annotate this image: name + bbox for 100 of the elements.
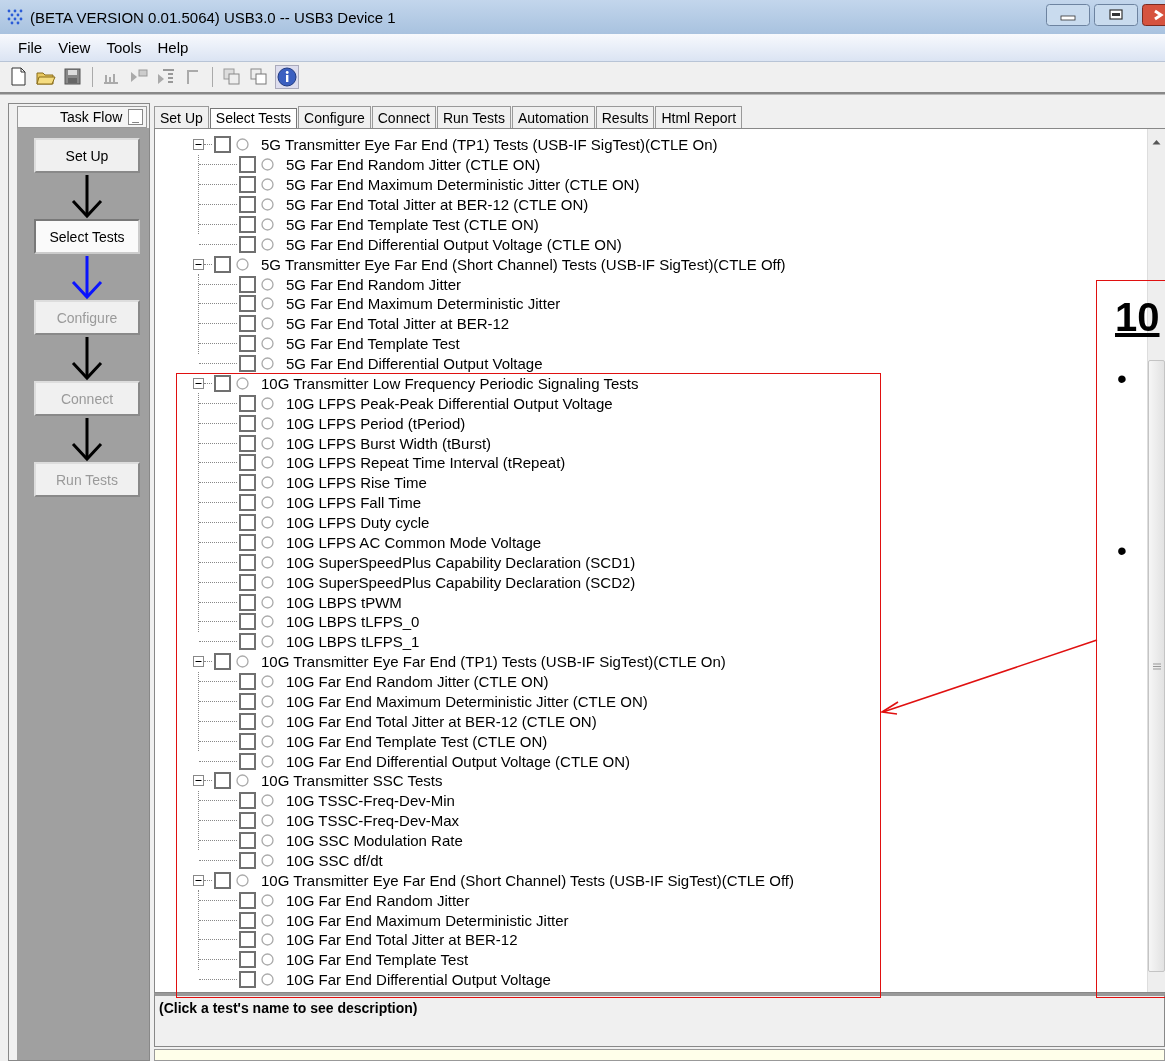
checkbox[interactable]: [239, 434, 256, 452]
copy-icon[interactable]: [248, 66, 270, 88]
menu-item[interactable]: Help: [149, 39, 197, 56]
tree-item[interactable]: 5G Far End Total Jitter at BER-12 (CTLE ON): [286, 196, 589, 214]
collapse-button[interactable]: _: [128, 109, 143, 125]
tree-item[interactable]: 10G Transmitter Eye Far End (TP1) Tests (USB-IF SigTest)(CTLE On): [261, 653, 726, 671]
tree-item[interactable]: 10G Far End Differential Output Voltage: [286, 971, 551, 989]
maximize-button[interactable]: [1094, 4, 1138, 26]
collapse-icon[interactable]: [193, 258, 204, 270]
tab[interactable]: Connect: [371, 106, 436, 128]
tree-item[interactable]: 10G LBPS tPWM: [286, 593, 402, 611]
checkbox[interactable]: [239, 732, 256, 750]
menu-item[interactable]: File: [10, 39, 51, 56]
collapse-icon[interactable]: [193, 377, 204, 389]
collapse-icon[interactable]: [193, 874, 204, 886]
checkbox[interactable]: [239, 275, 256, 293]
checkbox[interactable]: [214, 871, 231, 889]
tab[interactable]: Automation: [511, 106, 595, 128]
checkbox[interactable]: [239, 673, 256, 691]
tree-item[interactable]: 10G Transmitter Eye Far End (Short Channel) Tests (USB-IF SigTest)(CTLE Off): [261, 871, 794, 889]
collapse-icon[interactable]: [193, 656, 204, 668]
tree-item[interactable]: 10G Transmitter SSC Tests: [261, 772, 443, 790]
tree-item[interactable]: 10G Far End Random Jitter (CTLE ON): [286, 673, 549, 691]
checkbox[interactable]: [239, 851, 256, 869]
tree-item[interactable]: 10G Far End Template Test: [286, 951, 469, 969]
checkbox[interactable]: [239, 633, 256, 651]
tab[interactable]: Configure: [298, 106, 371, 128]
tree-item[interactable]: 10G LFPS Burst Width (tBurst): [286, 434, 492, 452]
checkbox[interactable]: [239, 792, 256, 810]
tree-item[interactable]: 10G LFPS Repeat Time Interval (tRepeat): [286, 454, 566, 472]
tree-item[interactable]: 10G Far End Total Jitter at BER-12 (CTLE ON): [286, 712, 597, 730]
step-button[interactable]: Set Up: [34, 138, 140, 173]
checkbox[interactable]: [239, 315, 256, 333]
info-icon[interactable]: [275, 65, 299, 89]
tree-item[interactable]: 10G Far End Maximum Deterministic Jitter: [286, 911, 569, 929]
notes-field[interactable]: [154, 1049, 1165, 1061]
tree-item[interactable]: 10G LBPS tLFPS_1: [286, 633, 420, 651]
checkbox[interactable]: [239, 414, 256, 432]
tree-item[interactable]: 10G SSC df/dt: [286, 851, 383, 869]
step-button[interactable]: Select Tests: [34, 219, 140, 254]
checkbox[interactable]: [239, 573, 256, 591]
tree-item[interactable]: 5G Transmitter Eye Far End (TP1) Tests (USB-IF SigTest)(CTLE On): [261, 136, 718, 154]
tab[interactable]: Results: [595, 106, 655, 128]
checkbox[interactable]: [239, 712, 256, 730]
tree-item[interactable]: 10G SSC Modulation Rate: [286, 832, 463, 850]
tree-item[interactable]: 10G LFPS Period (tPeriod): [286, 414, 466, 432]
tree-item[interactable]: 10G Far End Template Test (CTLE ON): [286, 732, 548, 750]
checkbox[interactable]: [239, 394, 256, 412]
checkbox[interactable]: [239, 474, 256, 492]
tree-item[interactable]: 10G LFPS AC Common Mode Voltage: [286, 533, 542, 551]
checkbox[interactable]: [239, 196, 256, 214]
checkbox[interactable]: [239, 971, 256, 989]
tree-item[interactable]: 10G Transmitter Low Frequency Periodic Signaling Tests: [261, 374, 639, 392]
tree-item[interactable]: 5G Far End Template Test: [286, 335, 460, 353]
tree-item[interactable]: 10G LFPS Rise Time: [286, 474, 427, 492]
scroll-up-icon[interactable]: [1152, 139, 1161, 145]
checkbox[interactable]: [239, 812, 256, 830]
checkbox[interactable]: [239, 832, 256, 850]
checkbox[interactable]: [239, 215, 256, 233]
scroll-thumb[interactable]: [1148, 360, 1165, 972]
checkbox[interactable]: [239, 355, 256, 373]
tree-item[interactable]: 10G TSSC-Freq-Dev-Min: [286, 792, 455, 810]
checkbox[interactable]: [239, 911, 256, 929]
checkbox[interactable]: [239, 514, 256, 532]
tree-item[interactable]: 10G LBPS tLFPS_0: [286, 613, 420, 631]
tree-item[interactable]: 10G Far End Total Jitter at BER-12: [286, 931, 518, 949]
checkbox[interactable]: [239, 613, 256, 631]
tree-item[interactable]: 5G Far End Random Jitter: [286, 275, 462, 293]
menu-item[interactable]: View: [50, 39, 99, 56]
collapse-icon[interactable]: [193, 139, 204, 151]
checkbox[interactable]: [239, 593, 256, 611]
tree-item[interactable]: 5G Far End Random Jitter (CTLE ON): [286, 156, 541, 174]
checkbox[interactable]: [239, 931, 256, 949]
checkbox[interactable]: [239, 176, 256, 194]
tab[interactable]: Select Tests: [209, 108, 298, 128]
checkbox[interactable]: [214, 653, 231, 671]
tree-item[interactable]: 5G Far End Total Jitter at BER-12: [286, 315, 510, 333]
checkbox[interactable]: [239, 295, 256, 313]
tab[interactable]: Run Tests: [436, 106, 511, 128]
tree-item[interactable]: 5G Far End Template Test (CTLE ON): [286, 215, 539, 233]
tree-item[interactable]: 10G LFPS Peak-Peak Differential Output Voltage: [286, 394, 613, 412]
tab[interactable]: Set Up: [154, 106, 209, 128]
tree-item[interactable]: 5G Transmitter Eye Far End (Short Channel) Tests (USB-IF SigTest)(CTLE Off): [261, 255, 786, 273]
checkbox[interactable]: [239, 494, 256, 512]
tree-item[interactable]: 10G LFPS Duty cycle: [286, 514, 430, 532]
tree-item[interactable]: 5G Far End Differential Output Voltage: [286, 355, 543, 373]
checkbox[interactable]: [214, 374, 231, 392]
tree-item[interactable]: 5G Far End Differential Output Voltage (CTLE ON): [286, 235, 622, 253]
checkbox[interactable]: [239, 752, 256, 770]
tree-item[interactable]: 10G Far End Differential Output Voltage (CTLE ON): [286, 752, 631, 770]
collapse-icon[interactable]: [193, 775, 204, 787]
checkbox[interactable]: [239, 533, 256, 551]
tree-item[interactable]: 10G SuperSpeedPlus Capability Declaration (SCD1): [286, 553, 636, 571]
close-button[interactable]: [1142, 4, 1165, 26]
checkbox[interactable]: [214, 136, 231, 154]
tree-item[interactable]: 5G Far End Maximum Deterministic Jitter: [286, 295, 561, 313]
tree-item[interactable]: 10G LFPS Fall Time: [286, 494, 422, 512]
tree-item[interactable]: 5G Far End Maximum Deterministic Jitter (CTLE ON): [286, 176, 640, 194]
checkbox[interactable]: [239, 156, 256, 174]
checkbox[interactable]: [239, 692, 256, 710]
